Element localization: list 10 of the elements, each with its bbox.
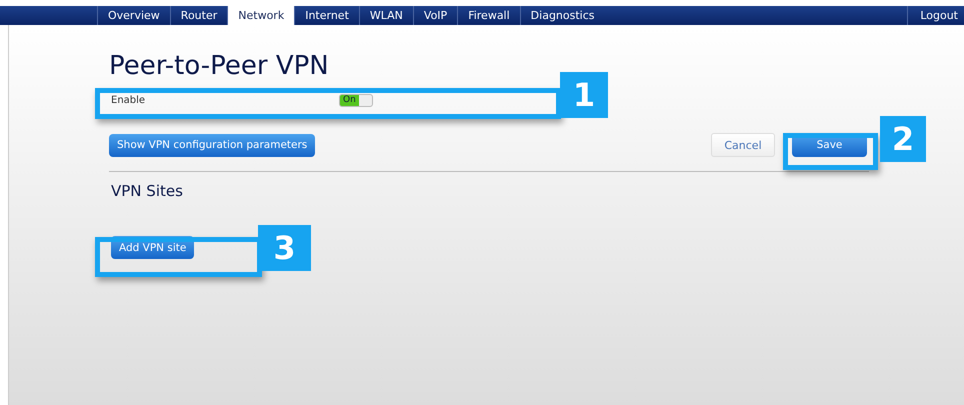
callout-number: 1 (560, 72, 608, 118)
callout-number: 2 (880, 116, 926, 162)
page-title: Peer-to-Peer VPN (109, 51, 330, 81)
nav-tab[interactable]: Network (227, 6, 294, 25)
show-config-button[interactable]: Show VPN configuration parameters (109, 134, 316, 156)
cancel-button[interactable]: Cancel (711, 133, 775, 157)
section-title: VPN Sites (111, 182, 184, 200)
enable-label: Enable (111, 94, 146, 106)
enable-toggle[interactable]: On (339, 94, 373, 106)
callout-number: 3 (258, 225, 311, 271)
